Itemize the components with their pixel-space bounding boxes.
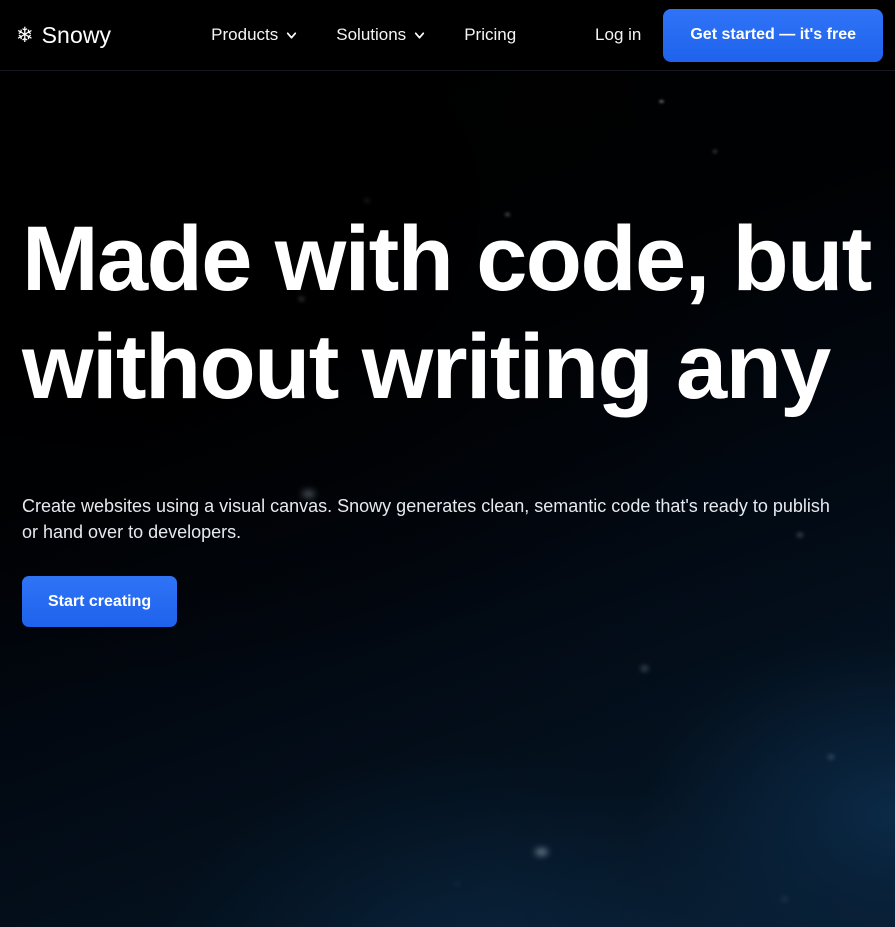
nav-item-solutions[interactable]: Solutions [336, 25, 426, 45]
nav-item-products[interactable]: Products [211, 25, 298, 45]
nav-item-products-label: Products [211, 25, 279, 44]
snow-particle [828, 755, 834, 759]
chevron-down-icon [285, 29, 298, 42]
login-link[interactable]: Log in [595, 25, 641, 45]
primary-navigation: Products Solutions Pricing [211, 0, 516, 70]
brand-logo[interactable]: ❄ Snowy [16, 0, 111, 70]
landing-page: ❄ Snowy Products Solutions Pricing Log i… [0, 0, 895, 927]
nav-item-solutions-label: Solutions [336, 25, 407, 44]
start-creating-button[interactable]: Start creating [22, 576, 178, 628]
snow-particle [641, 666, 648, 671]
chevron-down-icon [413, 29, 426, 42]
nav-item-pricing-label: Pricing [464, 25, 517, 44]
nav-item-pricing[interactable]: Pricing [464, 25, 516, 45]
snow-particle [455, 882, 459, 885]
snow-particle [535, 848, 548, 856]
brand-name: Snowy [41, 21, 112, 48]
header-actions: Log in Get started — it's free [595, 0, 895, 70]
hero-section: Made with code, but without writing any … [0, 71, 895, 628]
site-header: ❄ Snowy Products Solutions Pricing Log i… [0, 0, 895, 71]
snowflake-icon: ❄ [16, 23, 34, 47]
hero-subtitle: Create websites using a visual canvas. S… [22, 496, 830, 542]
get-started-button[interactable]: Get started — it's free [663, 8, 883, 62]
snow-particle [782, 897, 787, 901]
hero-title: Made with code, but without writing any [22, 208, 872, 418]
